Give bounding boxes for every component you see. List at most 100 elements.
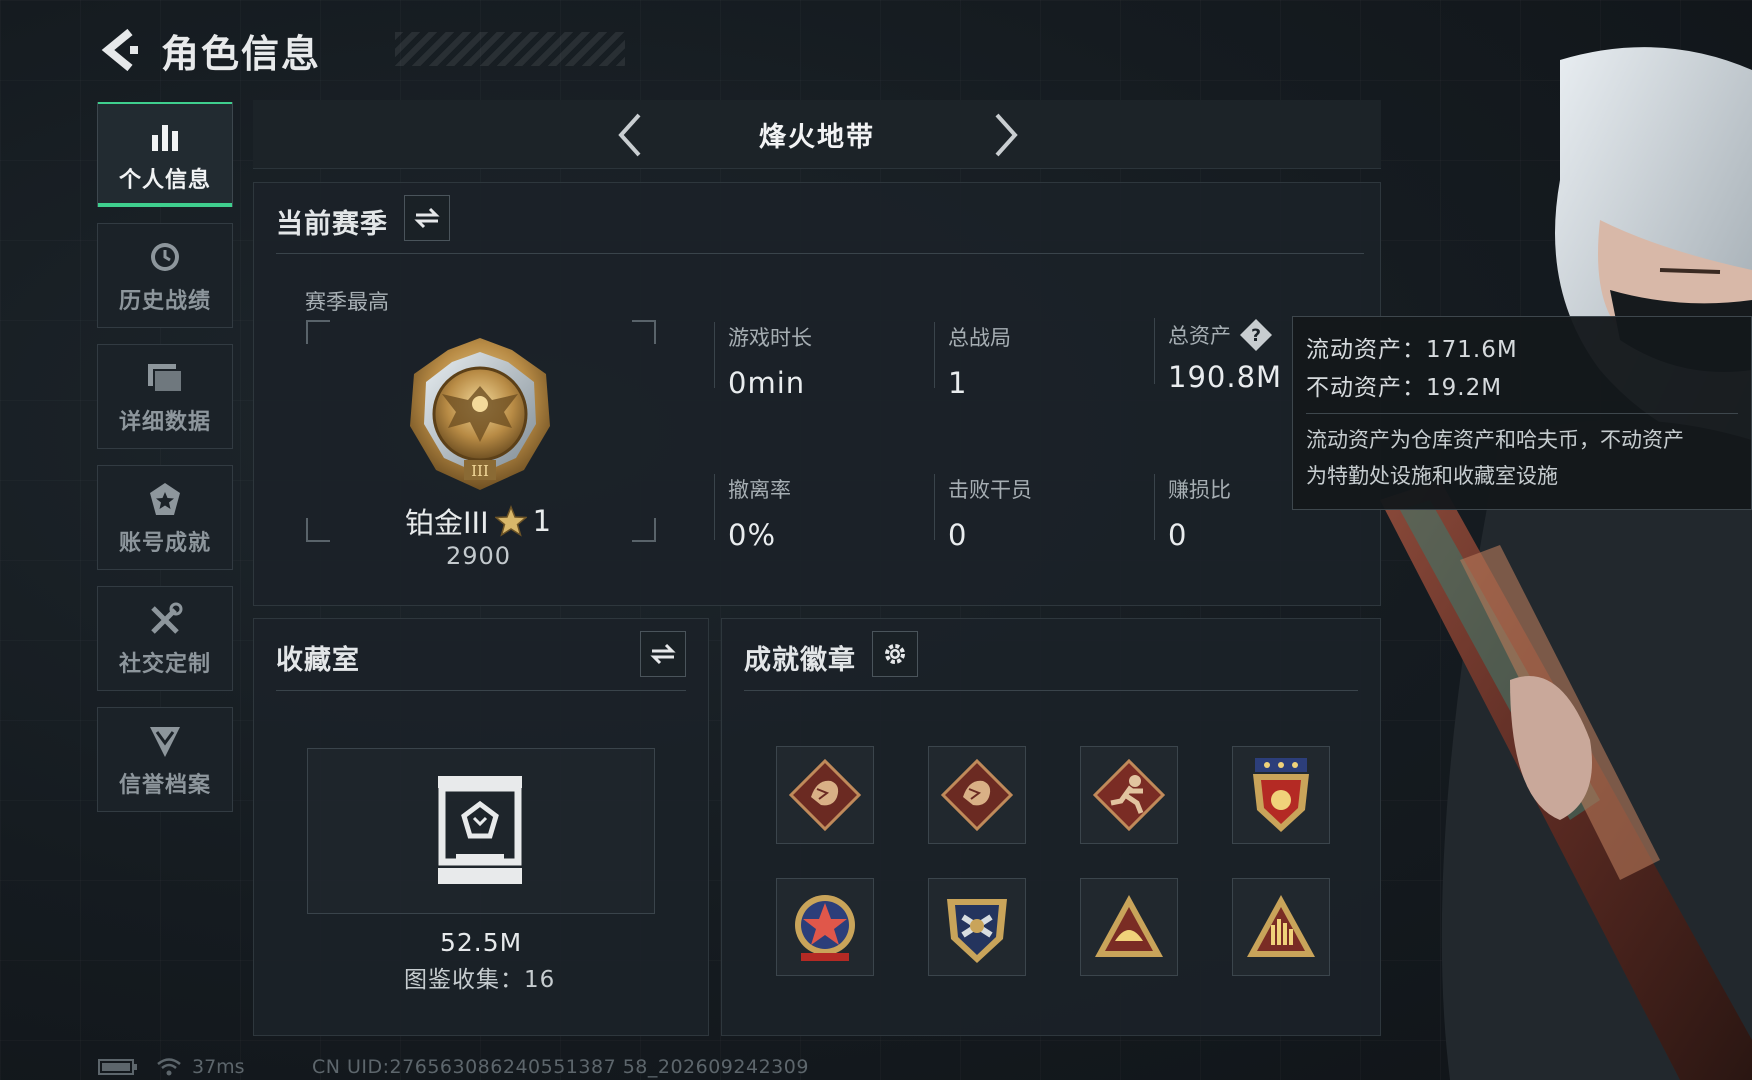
achievement-badge-2[interactable] — [928, 746, 1026, 844]
stat-total-matches: 总战局 1 — [934, 322, 1011, 400]
wifi-icon — [157, 1058, 181, 1076]
sidebar-item-personal-info[interactable]: 个人信息 — [97, 102, 233, 207]
mode-prev-button[interactable] — [605, 110, 655, 160]
sidebar-item-match-history[interactable]: 历史战绩 — [97, 223, 233, 328]
stat-profit-ratio: 赚损比 0 — [1154, 474, 1231, 552]
star-emblem-badge-icon — [795, 895, 855, 961]
sidebar-item-label: 历史战绩 — [118, 288, 211, 314]
collection-switch-button[interactable] — [640, 631, 686, 677]
stat-label: 撤离率 — [728, 478, 791, 502]
sidebar-item-label: 社交定制 — [118, 651, 211, 677]
battery-icon — [98, 1059, 137, 1075]
rank-name-row: 铂金III 1 — [405, 500, 551, 542]
achievement-badge-4[interactable] — [1232, 746, 1330, 844]
sidebar-item-label: 详细数据 — [118, 409, 211, 435]
tools-icon — [145, 600, 185, 640]
stat-label: 击败干员 — [948, 478, 1032, 502]
triangle-hand-badge-icon — [1247, 895, 1315, 957]
bar-chart-icon — [145, 116, 185, 156]
stat-value: 0 — [948, 518, 968, 552]
runner-badge-icon — [1092, 758, 1166, 832]
dragon-badge-icon — [788, 758, 862, 832]
stat-play-time: 游戏时长 0min — [714, 322, 812, 400]
tooltip-divider — [1306, 413, 1738, 414]
status-bar: 37ms — [98, 1056, 245, 1078]
back-button[interactable] — [95, 25, 145, 75]
svg-text:III: III — [471, 462, 489, 480]
sidebar-item-credit-record[interactable]: 信誉档案 — [97, 707, 233, 812]
sidebar-item-account-achievements[interactable]: 账号成就 — [97, 465, 233, 570]
dragon-badge-icon — [940, 758, 1014, 832]
clock-icon — [145, 237, 185, 277]
mode-selector: 烽火地带 — [253, 100, 1381, 169]
collection-title-divider — [276, 690, 686, 691]
folder-icon — [145, 358, 185, 398]
star-badge-icon — [145, 479, 185, 519]
gear-icon — [885, 644, 905, 664]
collection-title: 收藏室 — [276, 645, 360, 676]
stat-value: 0 — [1168, 518, 1188, 552]
swap-icon — [414, 207, 440, 229]
tooltip-description-line-2: 为特勤处设施和收藏室设施 — [1306, 464, 1558, 488]
mode-next-button[interactable] — [981, 110, 1031, 160]
page-header: 角色信息 — [95, 22, 625, 78]
rank-emblem-icon: III — [410, 338, 550, 490]
chevron-left-icon — [618, 113, 641, 157]
mode-title: 烽火地带 — [759, 121, 875, 153]
rank-stars: 1 — [532, 504, 552, 538]
character-illustration — [1380, 47, 1752, 1080]
stat-label: 赚损比 — [1168, 478, 1231, 502]
season-title-divider — [276, 253, 1364, 254]
stat-operators-defeated: 击败干员 0 — [934, 474, 1032, 552]
tooltip-liquid-assets: 流动资产：171.6M — [1306, 337, 1518, 363]
rank-name: 铂金III — [405, 506, 489, 540]
shield-chevron-icon — [145, 721, 185, 761]
achievement-badge-3[interactable] — [1080, 746, 1178, 844]
assets-tooltip: 流动资产：171.6M 不动资产：19.2M 流动资产为仓库资产和哈夫币，不动资… — [1292, 316, 1752, 510]
achievement-badge-1[interactable] — [776, 746, 874, 844]
collection-value: 52.5M — [440, 928, 523, 957]
achievement-badge-6[interactable] — [928, 878, 1026, 976]
shield-stars-badge-icon — [1253, 758, 1309, 832]
stat-label: 游戏时长 — [728, 326, 812, 350]
help-icon[interactable]: ? — [1239, 318, 1273, 352]
achievements-settings-button[interactable] — [872, 631, 918, 677]
stat-total-assets: 总资产 ? 190.8M — [1154, 318, 1283, 394]
rank-score: 2900 — [446, 542, 512, 570]
season-title: 当前赛季 — [276, 209, 388, 240]
display-case-icon — [438, 776, 522, 884]
back-arrow-icon — [101, 28, 138, 72]
title-decoration — [395, 32, 625, 66]
chevron-right-icon — [995, 113, 1018, 157]
sidebar-item-detailed-data[interactable]: 详细数据 — [97, 344, 233, 449]
user-uid: CN UID:276563086240551387 58_20260924230… — [312, 1056, 809, 1078]
stat-value: 0% — [728, 518, 777, 552]
tooltip-fixed-assets: 不动资产：19.2M — [1306, 375, 1503, 401]
ping-value: 37ms — [192, 1056, 245, 1078]
achievements-title: 成就徽章 — [744, 645, 856, 676]
sidebar-item-label: 信誉档案 — [118, 772, 211, 798]
stat-label: 总资产 — [1168, 324, 1231, 348]
stat-extract-rate: 撤离率 0% — [714, 474, 791, 552]
sidebar: 个人信息 历史战绩 详细数据 账号成就 社交定制 信誉档案 — [97, 102, 235, 828]
tooltip-description-line-1: 流动资产为仓库资产和哈夫币，不动资产 — [1306, 428, 1684, 452]
collection-count: 图鉴收集：16 — [404, 967, 556, 993]
stat-value: 1 — [948, 366, 968, 400]
sidebar-item-label: 账号成就 — [118, 530, 211, 556]
achievement-badge-7[interactable] — [1080, 878, 1178, 976]
stat-value: 0min — [728, 366, 806, 400]
swap-icon — [650, 643, 676, 665]
achievement-badge-5[interactable] — [776, 878, 874, 976]
stat-label-row: 总资产 ? — [1168, 318, 1282, 352]
triangle-helmet-badge-icon — [1095, 895, 1163, 957]
stat-value: 190.8M — [1168, 360, 1283, 394]
season-best-label: 赛季最高 — [305, 290, 389, 314]
eagle-shield-badge-icon — [947, 899, 1007, 963]
achievements-title-divider — [744, 690, 1358, 691]
stat-label: 总战局 — [948, 326, 1011, 350]
achievement-badge-8[interactable] — [1232, 878, 1330, 976]
season-switch-button[interactable] — [404, 195, 450, 241]
sidebar-item-social-custom[interactable]: 社交定制 — [97, 586, 233, 691]
page-title: 角色信息 — [161, 31, 322, 76]
svg-text:?: ? — [1251, 326, 1261, 346]
